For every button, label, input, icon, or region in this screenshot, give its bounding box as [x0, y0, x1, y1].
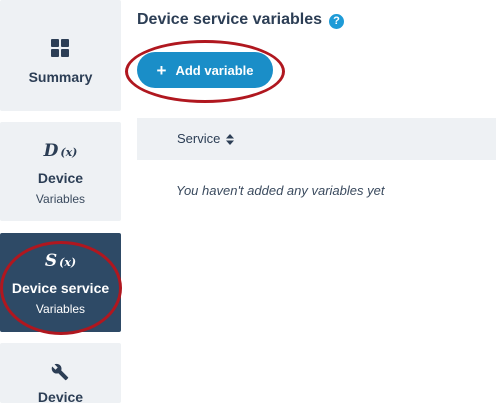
sidebar-item-sublabel: Variables — [35, 192, 86, 206]
symbol-sub: (x) — [59, 256, 77, 269]
wrench-icon — [51, 363, 69, 381]
sidebar-item-summary[interactable]: Summary — [0, 0, 121, 111]
page: Summary D (x) Device Variables S (x) Devic… — [0, 0, 496, 403]
sidebar-item-label: Device — [37, 389, 84, 403]
function-symbol: D (x) — [0, 141, 121, 163]
sidebar-item-device-service-variables[interactable]: S (x) Device service Variables — [0, 233, 121, 332]
sidebar-item-label: Device service — [11, 280, 110, 296]
sidebar-item-label: Device — [37, 170, 84, 186]
question-icon[interactable]: ? — [329, 13, 345, 29]
table-header: Service — [137, 118, 496, 160]
symbol-letter: D — [43, 141, 59, 161]
sidebar-item-label: Summary — [28, 69, 93, 85]
sidebar-item-sublabel: Variables — [35, 302, 86, 316]
grid-icon — [51, 39, 69, 57]
page-header: Device service variables ? — [137, 11, 345, 29]
page-title: Device service variables — [137, 11, 323, 28]
column-label: Service — [177, 131, 221, 146]
plus-icon: + — [156, 60, 167, 80]
empty-state-message: You haven't added any variables yet — [176, 183, 385, 198]
sort-icon — [225, 134, 234, 146]
column-header-service[interactable]: Service — [177, 131, 234, 146]
add-variable-button[interactable]: + Add variable — [137, 52, 273, 88]
symbol-letter: S — [44, 251, 58, 271]
function-symbol: S (x) — [0, 251, 121, 273]
symbol-sub: (x) — [60, 146, 78, 159]
sidebar-item-device[interactable]: Device — [0, 343, 121, 403]
sidebar-item-device-variables[interactable]: D (x) Device Variables — [0, 122, 121, 221]
add-variable-label: Add variable — [175, 62, 254, 78]
